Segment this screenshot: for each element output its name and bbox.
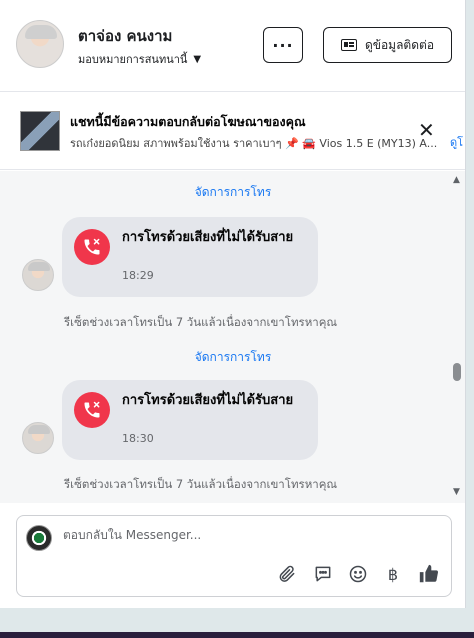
missed-call-icon	[74, 392, 110, 428]
manage-calls-link[interactable]: จัดการการโทร	[0, 183, 465, 202]
page-avatar	[26, 525, 52, 551]
attachment-icon[interactable]	[275, 562, 299, 586]
view-contact-info-button[interactable]: ดูข้อมูลติดต่อ	[323, 27, 452, 63]
call-timestamp: 18:30	[122, 432, 154, 445]
contact-avatar-small	[22, 422, 54, 454]
contact-avatar[interactable]	[16, 20, 64, 68]
emoji-icon[interactable]	[346, 562, 370, 586]
scroll-down-icon[interactable]: ▼	[453, 487, 460, 497]
missed-call-icon	[74, 229, 110, 265]
conversation-header: ตาจ่อง คนงาม มอบหมายการสนทนานี้ ▼ ··· ดู…	[0, 0, 465, 92]
ad-thumbnail	[20, 111, 60, 151]
assign-label: มอบหมายการสนทนานี้	[78, 53, 188, 66]
contact-card-icon	[340, 39, 357, 51]
more-icon: ···	[272, 35, 294, 55]
composer-toolbar: ฿	[275, 562, 445, 586]
scrollbar-thumb[interactable]	[453, 363, 461, 381]
call-window-note: รีเซ็ตช่วงเวลาโทรเป็น 7 วันแล้วเนื่องจาก…	[64, 477, 338, 491]
ad-reply-banner: แชทนี้มีข้อความตอบกลับต่อโฆษณาของคุณ รถเ…	[0, 92, 465, 170]
view-ad-link[interactable]: ดูโ	[450, 133, 463, 151]
thread-scrollbar[interactable]: ▲ ▼	[450, 171, 464, 503]
missed-call-title: การโทรด้วยเสียงที่ไม่ได้รับสาย	[122, 230, 294, 245]
view-contact-info-label: ดูข้อมูลติดต่อ	[364, 37, 435, 52]
conversation-panel: ตาจ่อง คนงาม มอบหมายการสนทนานี้ ▼ ··· ดู…	[0, 0, 466, 608]
missed-call-bubble[interactable]: การโทรด้วยเสียงที่ไม่ได้รับสาย 18:29	[62, 217, 318, 297]
saved-replies-icon[interactable]	[311, 562, 335, 586]
ad-banner-title: แชทนี้มีข้อความตอบกลับต่อโฆษณาของคุณ	[70, 114, 306, 129]
more-options-button[interactable]: ···	[263, 27, 303, 63]
missed-call-title: การโทรด้วยเสียงที่ไม่ได้รับสาย	[122, 393, 294, 408]
missed-call-bubble[interactable]: การโทรด้วยเสียงที่ไม่ได้รับสาย 18:30	[62, 380, 318, 460]
assign-conversation-dropdown[interactable]: มอบหมายการสนทนานี้ ▼	[78, 50, 201, 68]
desktop-taskbar-edge	[0, 632, 474, 638]
contact-name[interactable]: ตาจ่อง คนงาม	[78, 24, 172, 48]
caret-down-icon: ▼	[193, 53, 202, 65]
reply-composer: ฿	[16, 515, 452, 597]
manage-calls-link[interactable]: จัดการการโทร	[0, 348, 465, 367]
scroll-up-icon[interactable]: ▲	[453, 175, 460, 185]
call-window-note: รีเซ็ตช่วงเวลาโทรเป็น 7 วันแล้วเนื่องจาก…	[64, 315, 338, 329]
like-icon[interactable]	[417, 562, 441, 586]
reply-input[interactable]	[63, 528, 433, 542]
message-thread[interactable]: จัดการการโทร การโทรด้วยเสียงที่ไม่ได้รับ…	[0, 171, 465, 503]
ad-banner-subtitle: รถเก๋งยอดนิยม สภาพพร้อมใช้งาน ราคาเบาๆ 📌…	[70, 137, 438, 150]
close-icon[interactable]: ✕	[418, 120, 435, 140]
payment-icon[interactable]: ฿	[381, 562, 405, 586]
call-timestamp: 18:29	[122, 269, 154, 282]
contact-avatar-small	[22, 259, 54, 291]
